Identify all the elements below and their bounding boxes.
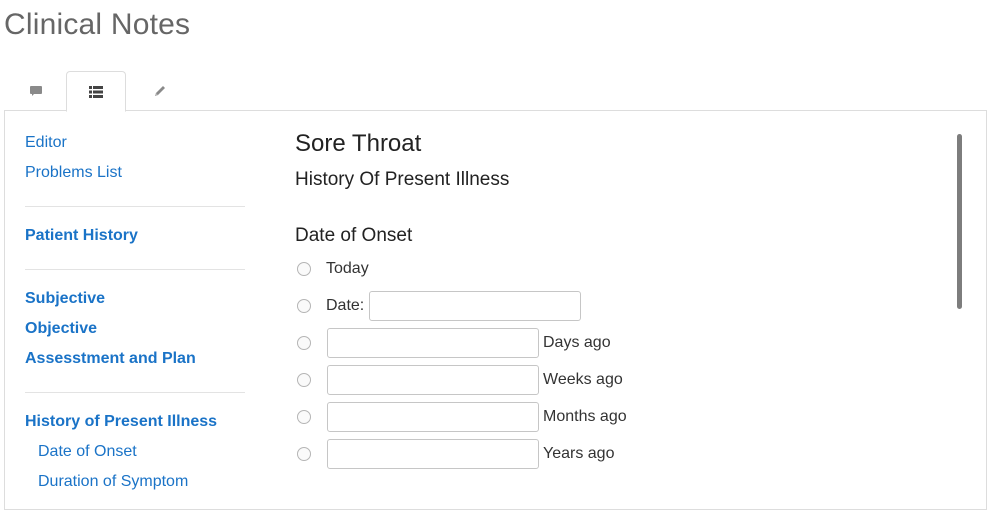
sidebar-link-assessment-plan[interactable]: Assesstment and Plan (25, 350, 196, 368)
sidebar-link-subjective[interactable]: Subjective (25, 290, 105, 308)
option-label: Today (326, 260, 369, 277)
radio-months[interactable] (297, 410, 311, 424)
sidebar-link-hpi[interactable]: History of Present Illness (25, 413, 217, 431)
tab-edit[interactable] (130, 71, 190, 111)
sidebar-link-patient-history[interactable]: Patient History (25, 227, 138, 245)
section-heading: Date of Onset (295, 225, 413, 246)
option-label: Years ago (543, 445, 615, 462)
sidebar-link-editor[interactable]: Editor (25, 134, 67, 152)
notes-panel: Editor Problems List Patient History Sub… (4, 110, 987, 510)
option-label: Date: (326, 297, 365, 314)
comment-icon (30, 86, 42, 96)
note-subtitle: History Of Present Illness (295, 169, 510, 190)
pencil-icon (155, 86, 165, 96)
page-title: Clinical Notes (4, 8, 191, 41)
days-input[interactable] (327, 328, 539, 358)
sidebar-link-date-of-onset[interactable]: Date of Onset (38, 443, 137, 461)
radio-years[interactable] (297, 447, 311, 461)
sidebar-link-objective[interactable]: Objective (25, 320, 97, 338)
sidebar-divider (25, 269, 245, 270)
radio-weeks[interactable] (297, 373, 311, 387)
weeks-input[interactable] (327, 365, 539, 395)
list-icon (89, 85, 103, 98)
date-input[interactable] (369, 291, 581, 321)
radio-date[interactable] (297, 299, 311, 313)
radio-days[interactable] (297, 336, 311, 350)
option-label: Months ago (543, 408, 627, 425)
sidebar-divider (25, 206, 245, 207)
tab-comments[interactable] (6, 71, 66, 111)
note-title: Sore Throat (295, 130, 422, 157)
tab-bar (4, 71, 987, 112)
sidebar-divider (25, 392, 245, 393)
option-label: Weeks ago (543, 371, 623, 388)
tab-list[interactable] (66, 71, 126, 112)
sidebar-link-duration-of-symptom[interactable]: Duration of Symptom (38, 473, 188, 491)
radio-today[interactable] (297, 262, 311, 276)
months-input[interactable] (327, 402, 539, 432)
sidebar-link-problems-list[interactable]: Problems List (25, 164, 122, 182)
scrollbar-thumb[interactable] (957, 134, 962, 309)
option-label: Days ago (543, 334, 611, 351)
years-input[interactable] (327, 439, 539, 469)
